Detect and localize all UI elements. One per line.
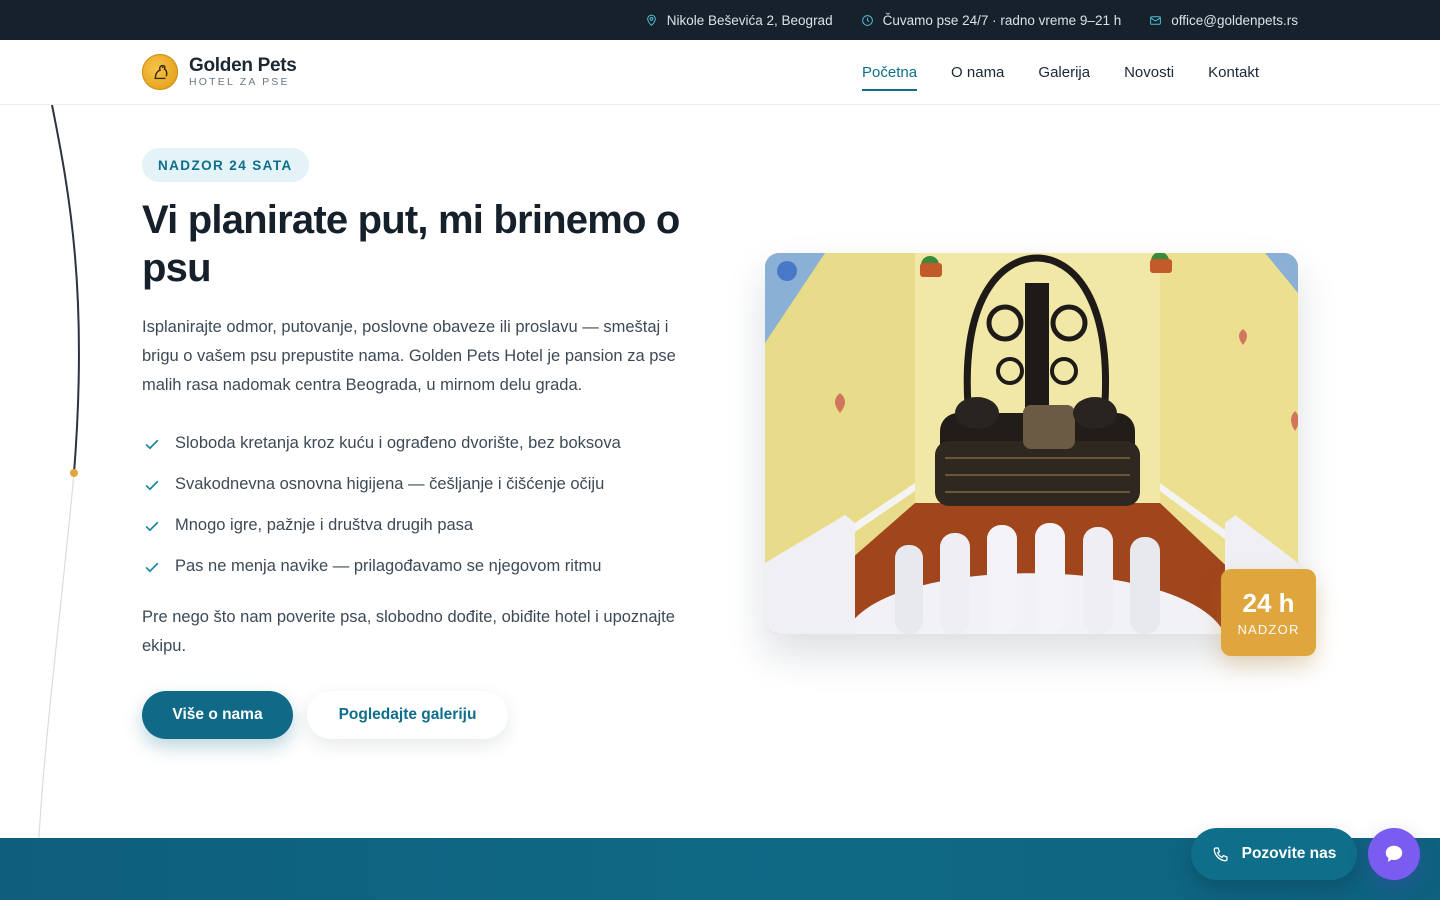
site-header: Golden Pets HOTEL ZA PSE Početna O nama … — [0, 40, 1440, 105]
chat-bubble-icon — [1385, 845, 1403, 862]
chat-button[interactable] — [1368, 828, 1420, 880]
feature-text: Pas ne menja navike — prilagođavamo se n… — [175, 557, 602, 575]
feature-list: Sloboda kretanja kroz kuću i ograđeno dv… — [142, 423, 621, 587]
mail-icon — [1150, 15, 1162, 25]
hero-note: Pre nego što nam poverite psa, slobodno … — [142, 608, 675, 655]
list-item: Sloboda kretanja kroz kuću i ograđeno dv… — [142, 423, 621, 464]
stat-label: NADZOR — [1237, 622, 1300, 637]
nav-item-novosti[interactable]: Novosti — [1124, 60, 1174, 85]
nav-item-o-nama[interactable]: O nama — [951, 60, 1004, 85]
email-link[interactable]: office@goldenpets.rs — [1171, 13, 1298, 28]
supervision-stat-badge: 24 h NADZOR — [1221, 569, 1316, 656]
location-pin-icon — [646, 14, 656, 26]
call-us-button[interactable]: Pozovite nas — [1191, 828, 1357, 880]
more-about-us-button[interactable]: Više o nama — [142, 691, 293, 739]
check-icon — [142, 475, 162, 495]
hero-badge: NADZOR 24 SATA — [142, 148, 309, 182]
decorative-curve — [35, 105, 80, 900]
call-us-label: Pozovite nas — [1241, 845, 1337, 862]
nav-item-pocetna[interactable]: Početna — [862, 60, 918, 91]
clock-icon — [861, 14, 873, 26]
stat-value: 24 h — [1242, 588, 1295, 618]
phone-icon — [1213, 847, 1228, 862]
address-text: Nikole Beševića 2, Beograd — [666, 12, 833, 28]
check-icon — [142, 557, 162, 577]
hours-info: Čuvamo pse 24/7 · radno vreme 9–21 h — [861, 12, 1122, 28]
brand-logo-link[interactable]: Golden Pets HOTEL ZA PSE — [142, 54, 297, 90]
top-info-bar: Nikole Beševića 2, Beograd Čuvamo pse 24… — [0, 0, 1440, 40]
main-nav: Početna O nama Galerija Novosti Kontakt — [862, 40, 1259, 105]
hours-text: Čuvamo pse 24/7 · radno vreme 9–21 h — [882, 12, 1122, 28]
brand-name: Golden Pets — [189, 55, 297, 76]
brand-tagline: HOTEL ZA PSE — [189, 76, 290, 88]
view-gallery-button[interactable]: Pogledajte galeriju — [307, 691, 508, 739]
address-info: Nikole Beševića 2, Beograd — [645, 13, 833, 28]
list-item: Svakodnevna osnovna higijena — češljanje… — [142, 464, 621, 505]
feature-text: Mnogo igre, pažnje i društva drugih pasa — [175, 516, 474, 534]
email-info[interactable]: office@goldenpets.rs — [1149, 13, 1298, 28]
feature-text: Svakodnevna osnovna higijena — češljanje… — [175, 475, 605, 493]
check-icon — [142, 434, 162, 454]
nav-item-kontakt[interactable]: Kontakt — [1208, 60, 1259, 85]
feature-text: Sloboda kretanja kroz kuću i ograđeno dv… — [175, 434, 621, 452]
list-item: Pas ne menja navike — prilagođavamo se n… — [142, 546, 621, 587]
brand-text: Golden Pets HOTEL ZA PSE — [189, 55, 297, 89]
dog-logo-icon — [142, 54, 178, 90]
nav-item-galerija[interactable]: Galerija — [1038, 60, 1090, 85]
list-item: Mnogo igre, pažnje i društva drugih pasa — [142, 505, 621, 546]
hero-image — [765, 253, 1298, 634]
hero-lead: Isplanirajte odmor, putovanje, poslovne … — [142, 318, 676, 394]
hero-title: Vi planirate put, mi brinemo o psu — [142, 198, 680, 290]
check-icon — [142, 516, 162, 536]
